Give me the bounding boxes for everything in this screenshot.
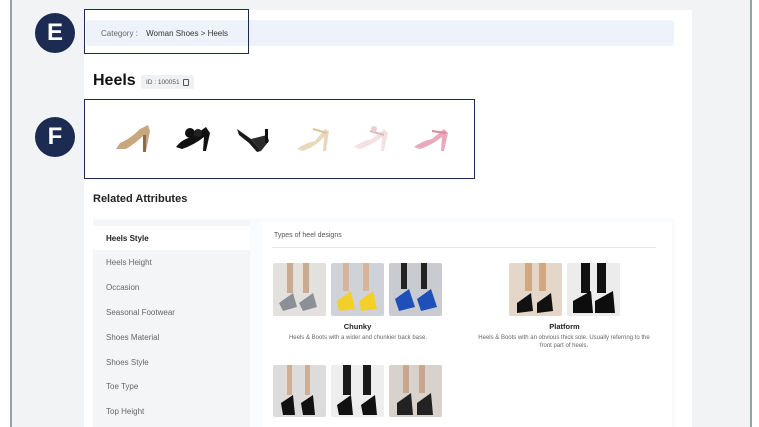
platform-photo-1[interactable]	[509, 263, 562, 316]
annotation-badge-f: F	[35, 117, 75, 157]
page-title: Heels	[93, 72, 136, 89]
product-id: ID : 100051	[146, 78, 180, 86]
sidebar-item-seasonal-footwear[interactable]: Seasonal Footwear	[93, 300, 250, 324]
breadcrumb: Category : Woman Shoes > Heels	[101, 29, 228, 38]
group-title-platform: Platform	[549, 322, 580, 331]
sidebar-item-toe-type[interactable]: Toe Type	[93, 374, 250, 398]
group-title-chunky: Chunky	[343, 322, 372, 331]
sidebar-item-shoes-material[interactable]: Shoes Material	[93, 325, 250, 349]
annotation-badge-e: E	[35, 13, 75, 53]
stiletto-photo-2[interactable]	[331, 365, 384, 417]
platform-photo-2[interactable]	[567, 263, 620, 316]
heel-cream-strap-icon[interactable]	[287, 116, 339, 160]
heel-black-pump-icon[interactable]	[227, 116, 279, 160]
stiletto-photo-3[interactable]	[389, 365, 442, 417]
sidebar-item-heels-height[interactable]: Heels Height	[93, 250, 250, 274]
chunky-photo-1[interactable]	[273, 263, 326, 316]
content-header: Types of heel designs	[274, 232, 342, 239]
group-desc-platform: Heels & Boots with an obvious thick sole…	[478, 335, 650, 349]
group-desc-chunky: Heels & Boots with a wider and chunkier …	[288, 335, 428, 341]
heel-pink-strap-icon[interactable]	[406, 116, 458, 160]
copy-icon[interactable]	[182, 78, 189, 86]
category-path[interactable]: Woman Shoes > Heels	[146, 29, 228, 38]
heel-white-strap-icon[interactable]	[346, 116, 398, 160]
stiletto-photo-1[interactable]	[273, 365, 326, 417]
divider	[272, 247, 656, 248]
sidebar-item-top-height[interactable]: Top Height	[93, 399, 250, 423]
product-id-tag: ID : 100051	[141, 75, 194, 89]
chunky-photo-3[interactable]	[389, 263, 442, 316]
sidebar-item-occasion[interactable]: Occasion	[93, 275, 250, 299]
chunky-photo-2[interactable]	[331, 263, 384, 316]
attributes-sidebar: Heels Style Heels Height Occasion Season…	[93, 220, 250, 427]
heel-black-bow-icon[interactable]	[168, 116, 220, 160]
category-label: Category :	[101, 29, 138, 38]
heel-nude-pump-icon[interactable]	[108, 116, 160, 160]
sidebar-item-heels-style[interactable]: Heels Style	[93, 226, 250, 250]
sidebar-item-shoes-style[interactable]: Shoes Style	[93, 350, 250, 374]
related-attributes-title: Related Attributes	[93, 193, 188, 205]
product-image-strip	[108, 115, 458, 161]
